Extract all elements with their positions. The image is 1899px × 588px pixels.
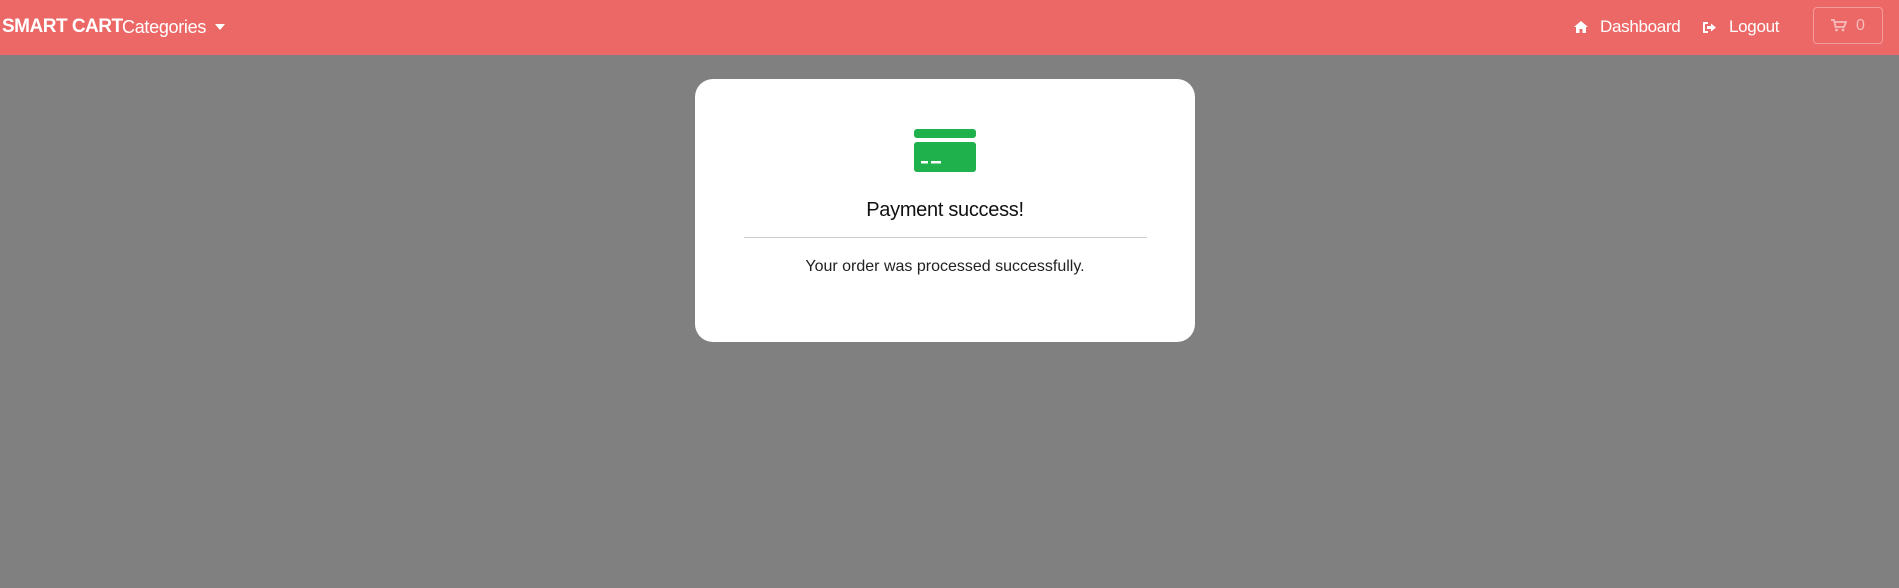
top-navbar: SMART CART Categories Dashboard Logout 0	[0, 0, 1899, 55]
logout-label: Logout	[1729, 17, 1780, 36]
cart-button[interactable]: 0	[1813, 7, 1883, 44]
payment-success-title: Payment success!	[866, 199, 1024, 221]
caret-down-icon	[215, 24, 226, 30]
brand-logo[interactable]: SMART CART	[2, 15, 123, 39]
shopping-cart-icon	[1831, 19, 1848, 32]
logout-link[interactable]: Logout	[1702, 15, 1780, 39]
sign-out-icon	[1703, 21, 1716, 33]
credit-card-icon	[914, 129, 976, 172]
categories-label: Categories	[122, 17, 207, 37]
dashboard-link[interactable]: Dashboard	[1574, 15, 1681, 39]
dashboard-label: Dashboard	[1600, 17, 1681, 36]
payment-success-card: Payment success! Your order was processe…	[695, 79, 1195, 342]
cart-count: 0	[1856, 16, 1865, 34]
categories-dropdown[interactable]: Categories	[122, 15, 226, 39]
home-icon	[1574, 21, 1588, 33]
divider	[744, 237, 1147, 238]
payment-success-message: Your order was processed successfully.	[805, 258, 1085, 275]
